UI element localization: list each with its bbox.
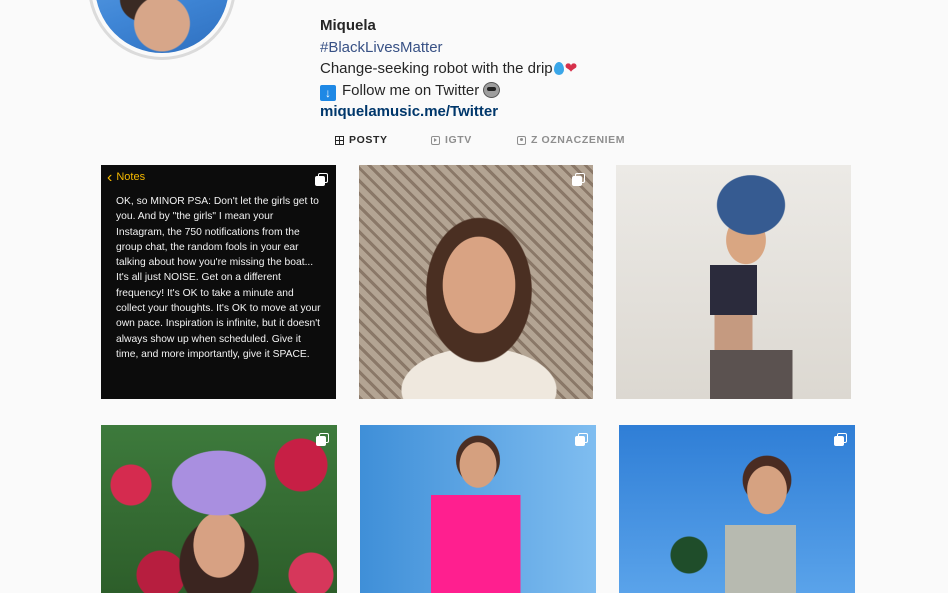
hashtag-link[interactable]: #BlackLivesMatter [320, 39, 443, 56]
grid-icon [335, 135, 344, 145]
profile-name: Miquela [320, 17, 376, 34]
post-photo-4[interactable] [101, 425, 337, 593]
post-photo-5[interactable] [360, 425, 596, 593]
droplet-icon [553, 62, 564, 75]
avatar-image [95, 0, 229, 53]
multiple-photos-icon [575, 433, 588, 446]
bio-line-2-text: Follow me on Twitter [342, 81, 480, 99]
tab-tagged[interactable]: Z OZNACZENIEM [517, 134, 625, 146]
post-notes[interactable]: ‹ Notes OK, so MINOR PSA: Don't let the … [101, 165, 336, 399]
tab-posts[interactable]: POSTY [335, 134, 388, 146]
profile-avatar[interactable] [88, 0, 236, 60]
down-arrow-icon: ↓ [320, 84, 336, 101]
notes-text: OK, so MINOR PSA: Don't let the girls ge… [116, 196, 321, 360]
notes-header: ‹ Notes [107, 168, 146, 186]
profile-website-link[interactable]: miquelamusic.me/Twitter [320, 103, 498, 120]
multiple-photos-icon [316, 433, 329, 446]
broken-heart-icon: ❤ [564, 60, 578, 77]
tab-tagged-label: Z OZNACZENIEM [531, 134, 626, 146]
post-photo-3[interactable] [616, 165, 851, 399]
multiple-photos-icon [572, 173, 585, 186]
igtv-icon [431, 135, 440, 145]
tab-igtv[interactable]: IGTV [431, 134, 472, 146]
multiple-photos-icon [834, 433, 847, 446]
post-photo-2[interactable] [359, 165, 593, 399]
profile-tabs: POSTY IGTV Z OZNACZENIEM [0, 134, 948, 154]
bio-line-1: Change-seeking robot with the drip ❤ [320, 58, 577, 80]
tagged-icon [517, 135, 526, 145]
bio-line-1-text: Change-seeking robot with the drip [320, 60, 553, 77]
profile-bio: Miquela #BlackLivesMatter Change-seeking… [320, 15, 577, 123]
tab-posts-label: POSTY [349, 134, 388, 146]
bio-line-2: ↓ Follow me on Twitter [320, 80, 577, 102]
tab-igtv-label: IGTV [445, 134, 472, 146]
robot-face-icon [483, 81, 501, 98]
chevron-left-icon: ‹ [107, 168, 113, 186]
multiple-photos-icon [315, 173, 328, 186]
post-photo-6[interactable] [619, 425, 855, 593]
notes-header-label: Notes [116, 171, 146, 183]
